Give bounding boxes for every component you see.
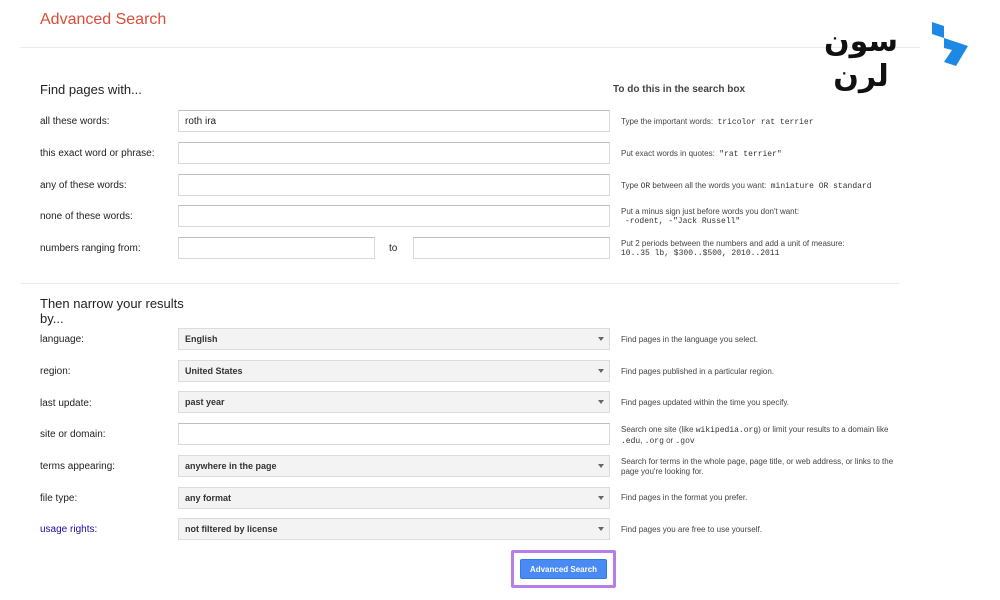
site-domain-hint-code-d: .gov (675, 437, 695, 446)
usage-rights-hint: Find pages you are free to use yourself. (621, 525, 762, 534)
submit-highlight-frame: Advanced Search (511, 550, 616, 588)
exact-phrase-hint: Put exact words in quotes: "rat terrier" (621, 149, 901, 160)
site-domain-hint-c: , (640, 436, 643, 445)
region-label: region: (40, 366, 71, 377)
site-domain-input[interactable] (178, 423, 610, 445)
region-hint: Find pages published in a particular reg… (621, 367, 774, 376)
number-range-from-input[interactable] (178, 237, 375, 259)
none-words-input[interactable] (178, 205, 610, 227)
language-label: language: (40, 334, 84, 345)
any-words-input[interactable] (178, 174, 610, 196)
last-update-select-value: past year (185, 397, 225, 407)
narrow-section-heading: Then narrow your results by... (40, 296, 184, 326)
none-words-hint-text: Put a minus sign just before words you d… (621, 207, 800, 216)
none-words-label: none of these words: (40, 211, 133, 222)
all-words-label: all these words: (40, 116, 110, 127)
title-divider (20, 47, 920, 48)
exact-phrase-label: this exact word or phrase: (40, 148, 155, 159)
chevron-down-icon (598, 527, 604, 531)
any-words-label: any of these words: (40, 180, 127, 191)
number-range-hint-text: Put 2 periods between the numbers and ad… (621, 239, 845, 248)
usage-rights-select-value: not filtered by license (185, 524, 278, 534)
exact-phrase-input[interactable] (178, 142, 610, 164)
all-words-hint-example: tricolor rat terrier (717, 118, 814, 127)
number-range-hint: Put 2 periods between the numbers and ad… (621, 239, 901, 259)
site-domain-hint-b: ) or limit your results to a domain like (758, 425, 889, 434)
usage-rights-link[interactable]: usage rights: (40, 524, 97, 535)
logo-chevron-icon (932, 22, 968, 66)
all-words-hint-text: Type the important words: (621, 117, 714, 126)
terms-appearing-label: terms appearing: (40, 461, 116, 472)
number-range-hint-example: 10..35 lb, $300..$500, 2010..2011 (621, 249, 780, 258)
none-words-hint-example: -rodent, -"Jack Russell" (625, 217, 741, 226)
site-domain-hint-code-c: .org (644, 437, 664, 446)
exact-phrase-hint-example: "rat terrier" (719, 150, 782, 159)
site-domain-hint-code-b: .edu (621, 437, 641, 446)
number-range-to-input[interactable] (413, 237, 610, 259)
any-words-hint-text: between all the words you want: (652, 181, 767, 190)
any-words-hint-pre: Type (621, 181, 639, 190)
file-type-label: file type: (40, 493, 78, 504)
page-title: Advanced Search (40, 11, 167, 28)
chevron-down-icon (598, 464, 604, 468)
logo-text: سون لرن (824, 24, 898, 94)
language-hint: Find pages in the language you select. (621, 335, 758, 344)
exact-phrase-hint-text: Put exact words in quotes: (621, 149, 715, 158)
any-words-hint: Type OR between all the words you want: … (621, 181, 901, 192)
chevron-down-icon (598, 337, 604, 341)
usage-rights-select[interactable]: not filtered by license (178, 518, 610, 540)
region-select[interactable]: United States (178, 360, 610, 382)
file-type-select-value: any format (185, 493, 232, 503)
last-update-hint: Find pages updated within the time you s… (621, 398, 789, 407)
number-range-label: numbers ranging from: (40, 243, 141, 254)
section-divider (20, 283, 900, 284)
last-update-select[interactable]: past year (178, 391, 610, 413)
terms-appearing-select-value: anywhere in the page (185, 461, 277, 471)
brand-logo: سون لرن (796, 20, 972, 94)
any-words-hint-example: miniature OR standard (770, 182, 872, 191)
advanced-search-button[interactable]: Advanced Search (520, 559, 607, 579)
chevron-down-icon (598, 496, 604, 500)
chevron-down-icon (598, 369, 604, 373)
chevron-down-icon (598, 400, 604, 404)
any-words-hint-or: OR (640, 182, 651, 191)
site-domain-hint-d: or (666, 436, 674, 445)
terms-appearing-select[interactable]: anywhere in the page (178, 455, 610, 477)
site-domain-hint-a: Search one site (like (621, 425, 694, 434)
site-domain-hint-code-a: wikipedia.org (695, 426, 759, 435)
file-type-select[interactable]: any format (178, 487, 610, 509)
terms-appearing-hint: Search for terms in the whole page, page… (621, 457, 894, 476)
site-domain-hint: Search one site (like wikipedia.org) or … (621, 425, 896, 447)
all-words-hint: Type the important words: tricolor rat t… (621, 117, 901, 128)
find-section-heading: Find pages with... (40, 82, 142, 97)
region-select-value: United States (185, 366, 243, 376)
hint-column-heading: To do this in the search box (613, 84, 746, 95)
number-range-to-label: to (389, 243, 398, 254)
all-words-input[interactable] (178, 110, 610, 132)
last-update-label: last update: (40, 398, 92, 409)
language-select-value: English (185, 334, 218, 344)
language-select[interactable]: English (178, 328, 610, 350)
site-domain-label: site or domain: (40, 429, 106, 440)
file-type-hint: Find pages in the format you prefer. (621, 493, 748, 502)
none-words-hint: Put a minus sign just before words you d… (621, 207, 901, 227)
